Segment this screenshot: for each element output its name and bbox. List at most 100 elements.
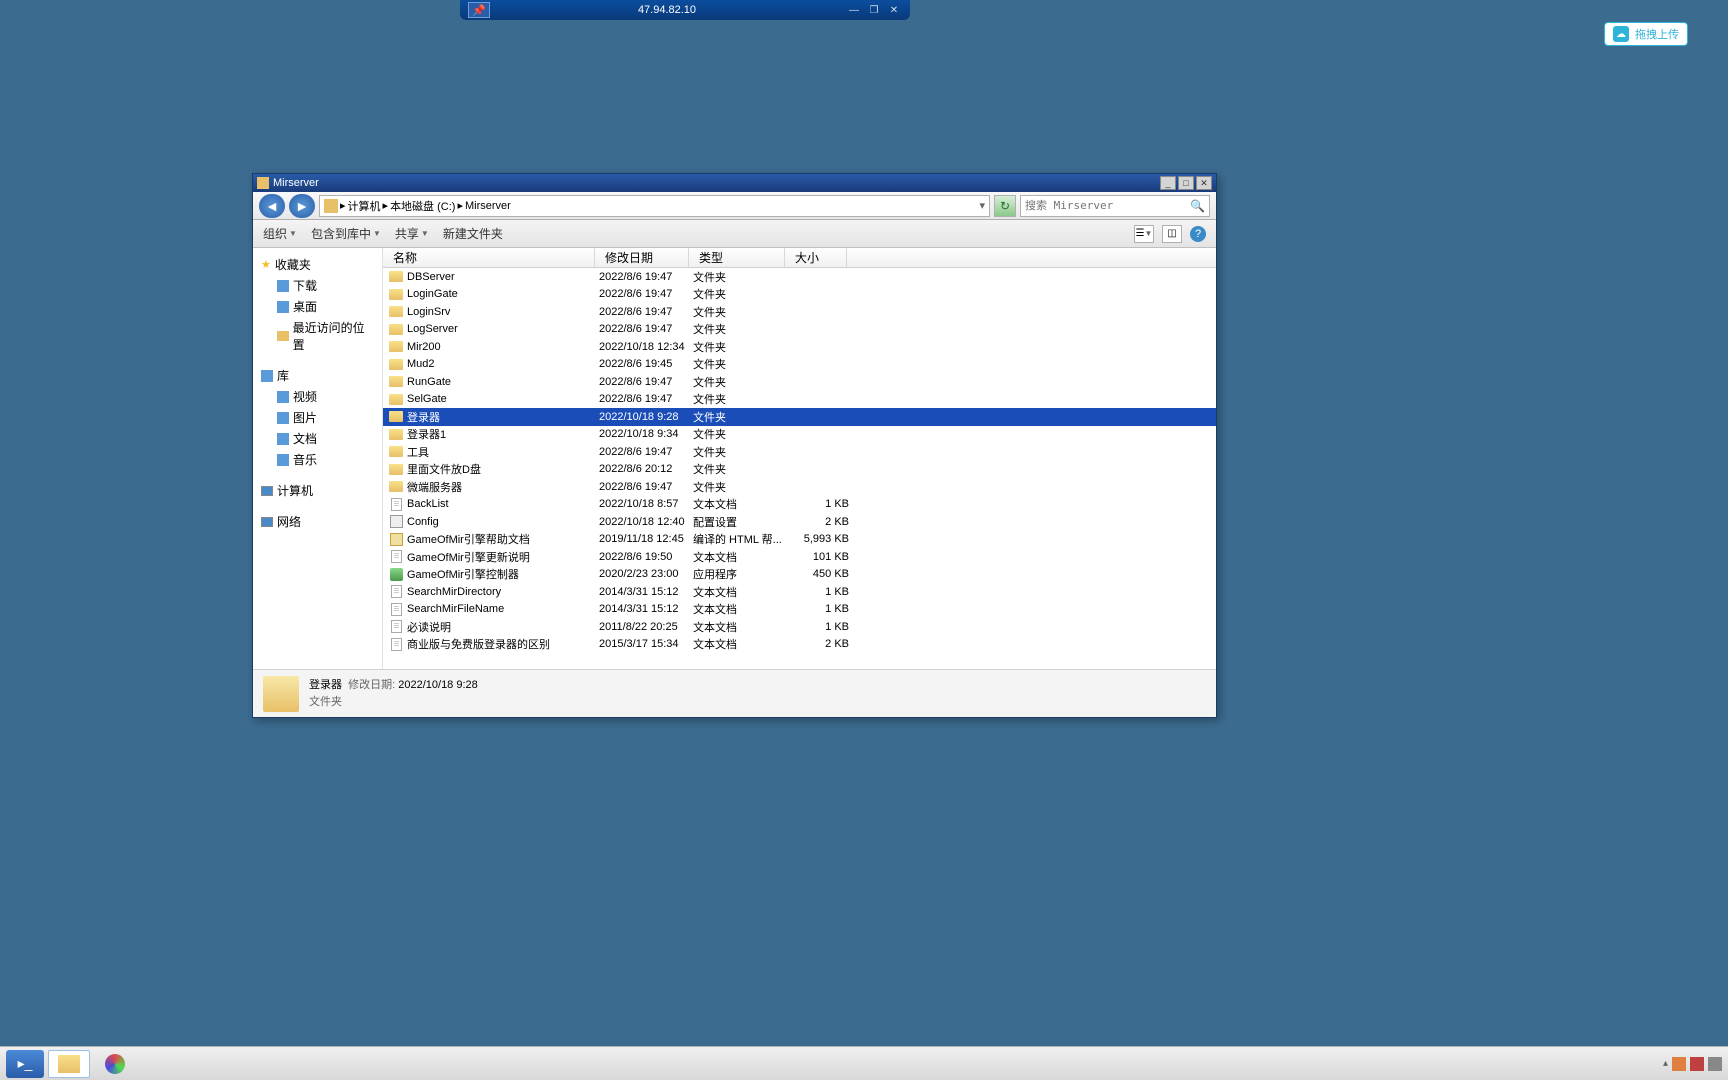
file-type: 文件夹	[693, 269, 789, 285]
close-button[interactable]: ✕	[1196, 176, 1212, 190]
file-date: 2022/8/6 19:47	[599, 271, 693, 283]
taskbar-item-explorer[interactable]	[48, 1050, 90, 1078]
breadcrumb-part[interactable]: 本地磁盘 (C:)	[390, 198, 455, 214]
include-library-menu[interactable]: 包含到库中▼	[311, 225, 381, 242]
file-row[interactable]: 商业版与免费版登录器的区别2015/3/17 15:34文本文档2 KB	[383, 636, 1216, 654]
file-size: 5,993 KB	[789, 533, 849, 545]
sidebar-computer[interactable]: 计算机	[261, 480, 374, 501]
sidebar-item-desktop[interactable]: 桌面	[261, 296, 374, 317]
file-row[interactable]: 微端服务器2022/8/6 19:47文件夹	[383, 478, 1216, 496]
exe-icon	[389, 567, 403, 581]
breadcrumb-part[interactable]: 计算机	[348, 198, 381, 214]
file-row[interactable]: GameOfMir引擎帮助文档2019/11/18 12:45编译的 HTML …	[383, 531, 1216, 549]
file-row[interactable]: 里面文件放D盘2022/8/6 20:12文件夹	[383, 461, 1216, 479]
view-mode-button[interactable]: ☰▼	[1134, 225, 1154, 243]
library-icon	[261, 370, 273, 382]
file-type: 文件夹	[693, 444, 789, 460]
file-name: SelGate	[407, 393, 599, 405]
file-row[interactable]: DBServer2022/8/6 19:47文件夹	[383, 268, 1216, 286]
file-name: GameOfMir引擎帮助文档	[407, 531, 599, 547]
folder-icon	[389, 462, 403, 476]
address-bar[interactable]: ▸ 计算机 ▸ 本地磁盘 (C:) ▸ Mirserver ▾	[319, 195, 990, 217]
file-row[interactable]: Mir2002022/10/18 12:34文件夹	[383, 338, 1216, 356]
start-button[interactable]: ▸_	[6, 1050, 44, 1078]
sidebar-libraries[interactable]: 库	[261, 365, 374, 386]
back-button[interactable]: ◄	[259, 194, 285, 218]
file-row[interactable]: BackList2022/10/18 8:57文本文档1 KB	[383, 496, 1216, 514]
tray-icon[interactable]	[1672, 1057, 1686, 1071]
file-row[interactable]: LoginGate2022/8/6 19:47文件夹	[383, 286, 1216, 304]
document-icon	[277, 433, 289, 445]
file-date: 2022/8/6 19:47	[599, 481, 693, 493]
sidebar-item-pictures[interactable]: 图片	[261, 407, 374, 428]
breadcrumb-part[interactable]: Mirserver	[465, 200, 511, 212]
file-date: 2022/8/6 19:47	[599, 446, 693, 458]
rdp-pin-button[interactable]: 📌	[468, 2, 490, 18]
column-name[interactable]: 名称	[383, 248, 595, 267]
file-type: 文本文档	[693, 549, 789, 565]
window-titlebar[interactable]: Mirserver _ □ ✕	[253, 174, 1216, 192]
file-type: 文本文档	[693, 636, 789, 652]
file-row[interactable]: Config2022/10/18 12:40配置设置2 KB	[383, 513, 1216, 531]
breadcrumb-sep: ▸	[340, 199, 346, 212]
search-input[interactable]	[1025, 199, 1190, 212]
file-row[interactable]: LogServer2022/8/6 19:47文件夹	[383, 321, 1216, 339]
sidebar-item-recent[interactable]: 最近访问的位置	[261, 317, 374, 355]
column-date[interactable]: 修改日期	[595, 248, 689, 267]
rdp-minimize-button[interactable]: —	[844, 3, 864, 17]
file-row[interactable]: 必读说明2011/8/22 20:25文本文档1 KB	[383, 618, 1216, 636]
search-icon[interactable]: 🔍	[1190, 199, 1205, 213]
organize-menu[interactable]: 组织▼	[263, 225, 297, 242]
preview-pane-button[interactable]: ◫	[1162, 225, 1182, 243]
rdp-restore-button[interactable]: ❐	[864, 3, 884, 17]
file-type: 文件夹	[693, 461, 789, 477]
file-row[interactable]: 工具2022/8/6 19:47文件夹	[383, 443, 1216, 461]
folder-icon	[389, 427, 403, 441]
file-row[interactable]: SearchMirFileName2014/3/31 15:12文本文档1 KB	[383, 601, 1216, 619]
file-row[interactable]: GameOfMir引擎更新说明2022/8/6 19:50文本文档101 KB	[383, 548, 1216, 566]
dropdown-icon[interactable]: ▾	[979, 199, 985, 212]
status-date: 2022/10/18 9:28	[398, 679, 478, 691]
minimize-button[interactable]: _	[1160, 176, 1176, 190]
file-name: SearchMirFileName	[407, 603, 599, 615]
sidebar-item-downloads[interactable]: 下载	[261, 275, 374, 296]
sidebar-favorites[interactable]: ★收藏夹	[261, 254, 374, 275]
file-row[interactable]: SearchMirDirectory2014/3/31 15:12文本文档1 K…	[383, 583, 1216, 601]
file-row[interactable]: 登录器2022/10/18 9:28文件夹	[383, 408, 1216, 426]
share-menu[interactable]: 共享▼	[395, 225, 429, 242]
file-row[interactable]: Mud22022/8/6 19:45文件夹	[383, 356, 1216, 374]
file-type: 文本文档	[693, 496, 789, 512]
file-type: 文件夹	[693, 409, 789, 425]
sidebar-item-documents[interactable]: 文档	[261, 428, 374, 449]
file-row[interactable]: SelGate2022/8/6 19:47文件夹	[383, 391, 1216, 409]
file-row[interactable]: 登录器12022/10/18 9:34文件夹	[383, 426, 1216, 444]
file-row[interactable]: RunGate2022/8/6 19:47文件夹	[383, 373, 1216, 391]
column-type[interactable]: 类型	[689, 248, 785, 267]
new-folder-button[interactable]: 新建文件夹	[443, 225, 503, 242]
tray-chevron-icon[interactable]: ▴	[1663, 1058, 1668, 1069]
file-name: 里面文件放D盘	[407, 461, 599, 477]
tray-icon[interactable]	[1708, 1057, 1722, 1071]
forward-button[interactable]: ►	[289, 194, 315, 218]
file-row[interactable]: LoginSrv2022/8/6 19:47文件夹	[383, 303, 1216, 321]
column-headers: 名称 修改日期 类型 大小	[383, 248, 1216, 268]
file-row[interactable]: GameOfMir引擎控制器2020/2/23 23:00应用程序450 KB	[383, 566, 1216, 584]
rdp-close-button[interactable]: ✕	[884, 3, 904, 17]
help-button[interactable]: ?	[1190, 226, 1206, 242]
sidebar-network[interactable]: 网络	[261, 511, 374, 532]
file-name: 必读说明	[407, 619, 599, 635]
taskbar-item-app[interactable]	[94, 1050, 136, 1078]
sidebar-item-videos[interactable]: 视频	[261, 386, 374, 407]
search-box[interactable]: 🔍	[1020, 195, 1210, 217]
file-type: 编译的 HTML 帮...	[693, 531, 789, 547]
cfg-icon	[389, 515, 403, 529]
breadcrumb-sep: ▸	[457, 199, 463, 212]
refresh-button[interactable]: ↻	[994, 195, 1016, 217]
tray-icon[interactable]	[1690, 1057, 1704, 1071]
column-size[interactable]: 大小	[785, 248, 847, 267]
file-type: 文件夹	[693, 304, 789, 320]
sidebar-item-music[interactable]: 音乐	[261, 449, 374, 470]
drag-upload-widget[interactable]: ☁ 拖拽上传	[1604, 22, 1688, 46]
maximize-button[interactable]: □	[1178, 176, 1194, 190]
folder-icon	[257, 177, 269, 189]
